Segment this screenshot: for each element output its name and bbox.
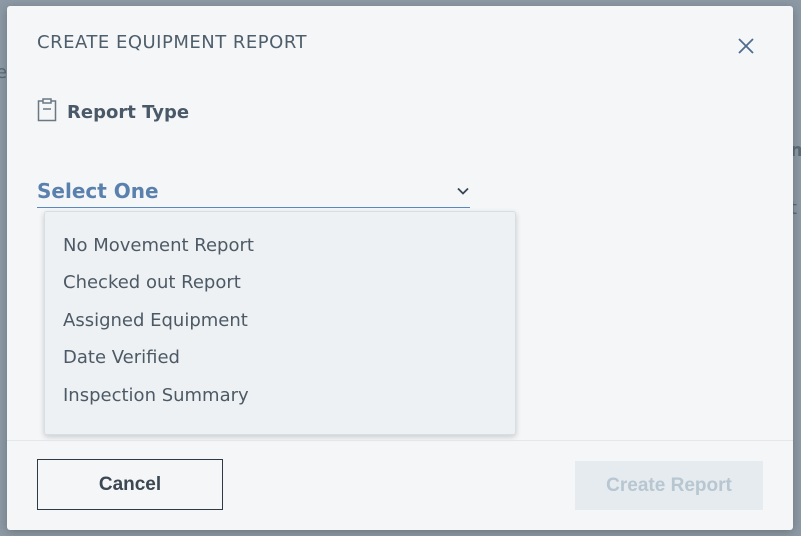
footer-divider	[7, 440, 793, 441]
cancel-button[interactable]: Cancel	[37, 459, 223, 510]
create-equipment-report-dialog: CREATE EQUIPMENT REPORT Report Type Sele…	[7, 6, 793, 530]
dialog-title: CREATE EQUIPMENT REPORT	[37, 32, 308, 53]
report-type-select[interactable]: Select One	[37, 174, 470, 208]
select-value: Select One	[37, 179, 159, 203]
report-type-dropdown: No Movement Report Checked out Report As…	[44, 211, 516, 435]
create-report-button[interactable]: Create Report	[575, 461, 763, 510]
dropdown-option-date-verified[interactable]: Date Verified	[63, 347, 180, 368]
clipboard-icon	[37, 98, 57, 126]
report-type-heading: Report Type	[37, 98, 190, 126]
chevron-down-icon	[456, 183, 470, 197]
dropdown-option-assigned-equipment[interactable]: Assigned Equipment	[63, 310, 248, 331]
dropdown-option-checked-out-report[interactable]: Checked out Report	[63, 272, 241, 293]
dropdown-option-inspection-summary[interactable]: Inspection Summary	[63, 385, 249, 406]
report-type-label: Report Type	[67, 101, 190, 123]
close-icon[interactable]	[735, 35, 757, 57]
dropdown-option-no-movement-report[interactable]: No Movement Report	[63, 235, 254, 256]
